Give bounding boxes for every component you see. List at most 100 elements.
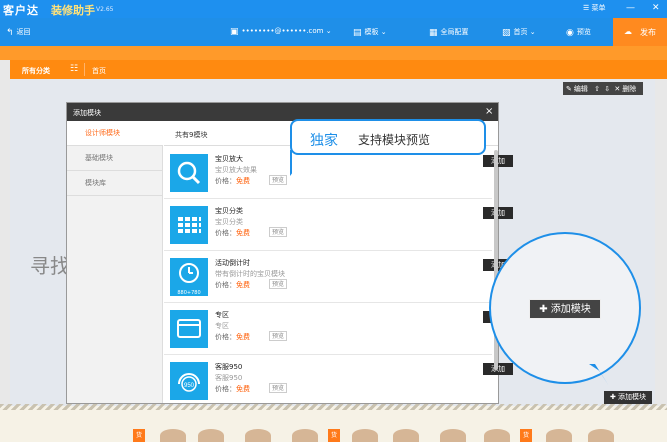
module-desc: 宝贝分类: [215, 218, 243, 226]
product-thumbnail: [352, 429, 378, 442]
product-thumbnail: [484, 429, 510, 442]
product-tag: 货: [133, 429, 145, 442]
store-icon: ▣: [230, 27, 239, 37]
delete-label: 删除: [622, 85, 637, 93]
add-module-small-label: 添加模块: [618, 393, 647, 401]
module-desc: 客服950: [215, 374, 243, 382]
sidebar-item-designer[interactable]: 设计师模块: [67, 121, 163, 146]
back-button[interactable]: ↰ 返回: [6, 27, 31, 38]
menu-button[interactable]: ☰ 菜单: [583, 3, 606, 13]
edit-button[interactable]: ✎ 编辑: [566, 85, 590, 93]
callout-text: 支持模块预览: [358, 133, 431, 147]
app-logo: 客户达: [3, 4, 39, 17]
module-name: 客服950: [215, 363, 243, 371]
preview-link[interactable]: 预览: [269, 175, 288, 185]
back-arrow-icon: ↰: [6, 28, 14, 38]
preview-button[interactable]: ◉ 预览: [566, 27, 591, 38]
window-icon: [170, 310, 208, 348]
add-module-zoomed-button[interactable]: ✚ 添加模块: [529, 299, 601, 319]
home-page-selector[interactable]: ▧ 首页 ⌄: [502, 27, 536, 38]
menu-label: 菜单: [591, 4, 606, 12]
publish-button[interactable]: ☁ 发布: [613, 18, 667, 46]
template-button[interactable]: ▤ 模板 ⌄: [353, 27, 387, 38]
dialog-title: 添加模块: [73, 109, 101, 117]
account-label: ••••••••@••••••.com: [241, 27, 324, 35]
move-down-button[interactable]: ⇩: [604, 85, 610, 93]
price-label: 价格：: [215, 281, 236, 289]
main-toolbar: ↰ 返回 ▣ ••••••••@••••••.com ⌄ ▤ 模板 ⌄ ▦ 全局配置 ▧…: [0, 18, 667, 46]
price-label: 价格：: [215, 385, 236, 393]
move-up-button[interactable]: ⇧: [594, 85, 600, 93]
preview-link[interactable]: 预览: [269, 383, 288, 393]
delete-icon: ✕: [614, 85, 621, 93]
module-name: 活动倒计时: [215, 259, 250, 267]
upload-cloud-icon: ☁: [624, 27, 632, 36]
title-bar: 客户达 装修助手 V2.65 ☰ 菜单 — ✕: [0, 0, 667, 18]
account-selector[interactable]: ▣ ••••••••@••••••.com ⌄: [230, 27, 332, 37]
orange-strip: [0, 46, 667, 60]
product-thumbnail: [198, 429, 224, 442]
publish-label: 发布: [640, 28, 656, 37]
edit-icon: ✎: [566, 85, 572, 93]
module-price: 价格：免费: [215, 176, 250, 186]
sidebar-item-library[interactable]: 模块库: [67, 171, 163, 196]
module-price: 价格：免费: [215, 384, 250, 394]
module-item: 宝贝分类 宝贝分类 价格：免费 预览 添加: [164, 199, 513, 251]
module-edit-bar: ✎ 编辑 ⇧ ⇩ ✕ 删除: [563, 82, 644, 95]
product-thumbnail: [393, 429, 419, 442]
module-item: 专区 专区 价格：免费 预览 添加: [164, 303, 513, 355]
module-name: 宝贝放大: [215, 155, 243, 163]
nav-divider: [84, 63, 85, 76]
template-label: 模板: [364, 28, 379, 36]
preview-link[interactable]: 预览: [269, 279, 288, 289]
price-value: 免费: [236, 385, 250, 393]
clock-icon: 880+780: [170, 258, 208, 296]
eye-icon: ◉: [566, 28, 574, 38]
add-module-zoomed-label: 添加模块: [550, 304, 591, 315]
module-price: 价格：免费: [215, 280, 250, 290]
module-count: 共有9模块: [175, 131, 208, 139]
chevron-down-icon: ⌄: [529, 28, 536, 36]
price-value: 免费: [236, 177, 250, 185]
headset-icon-caption: 950: [184, 383, 195, 389]
plus-icon: ✚: [609, 393, 616, 401]
add-module-button[interactable]: 添加: [483, 207, 513, 219]
price-value: 免费: [236, 333, 250, 341]
home-nav-link[interactable]: 首页: [92, 66, 106, 76]
list-icon: ☷: [70, 64, 79, 74]
grid-icon: [170, 206, 208, 244]
sidebar-item-basic[interactable]: 基础模块: [67, 146, 163, 171]
clock-icon-caption: 880+780: [177, 290, 201, 296]
module-price: 价格：免费: [215, 228, 250, 238]
global-config-button[interactable]: ▦ 全局配置: [429, 27, 469, 38]
dialog-close-button[interactable]: ×: [485, 106, 493, 117]
preview-link[interactable]: 预览: [269, 227, 288, 237]
chevron-down-icon: ⌄: [380, 28, 387, 36]
home-page-label: 首页: [513, 28, 528, 36]
preview-link[interactable]: 预览: [269, 331, 288, 341]
template-icon: ▤: [353, 28, 362, 38]
product-thumbnail: [292, 429, 318, 442]
product-thumbnail: [160, 429, 186, 442]
plus-icon: ✚: [539, 304, 548, 315]
delete-button[interactable]: ✕ 删除: [614, 85, 638, 93]
module-price: 价格：免费: [215, 332, 250, 342]
module-item: 880+780 活动倒计时 带有倒计时的宝贝模块 价格：免费 预览 添加: [164, 251, 513, 303]
app-version: V2.65: [96, 6, 114, 13]
add-module-button-small[interactable]: ✚ 添加模块: [604, 391, 652, 404]
dialog-sidebar: 设计师模块 基础模块 模块库: [67, 121, 163, 403]
add-module-button[interactable]: 添加: [483, 363, 513, 375]
product-tag: 货: [520, 429, 532, 442]
store-nav-bar: 所有分类 ☷ 首页: [10, 60, 667, 79]
all-categories-link[interactable]: 所有分类: [22, 66, 50, 76]
edit-label: 编辑: [573, 85, 588, 93]
module-desc: 宝贝放大效果: [215, 166, 257, 174]
close-window-button[interactable]: ✕: [652, 2, 660, 14]
minimize-button[interactable]: —: [626, 2, 635, 14]
price-label: 价格：: [215, 229, 236, 237]
add-module-button[interactable]: 添加: [483, 155, 513, 167]
back-label: 返回: [16, 28, 31, 36]
price-label: 价格：: [215, 177, 236, 185]
search-icon: [170, 154, 208, 192]
headset-icon: 950: [170, 362, 208, 400]
